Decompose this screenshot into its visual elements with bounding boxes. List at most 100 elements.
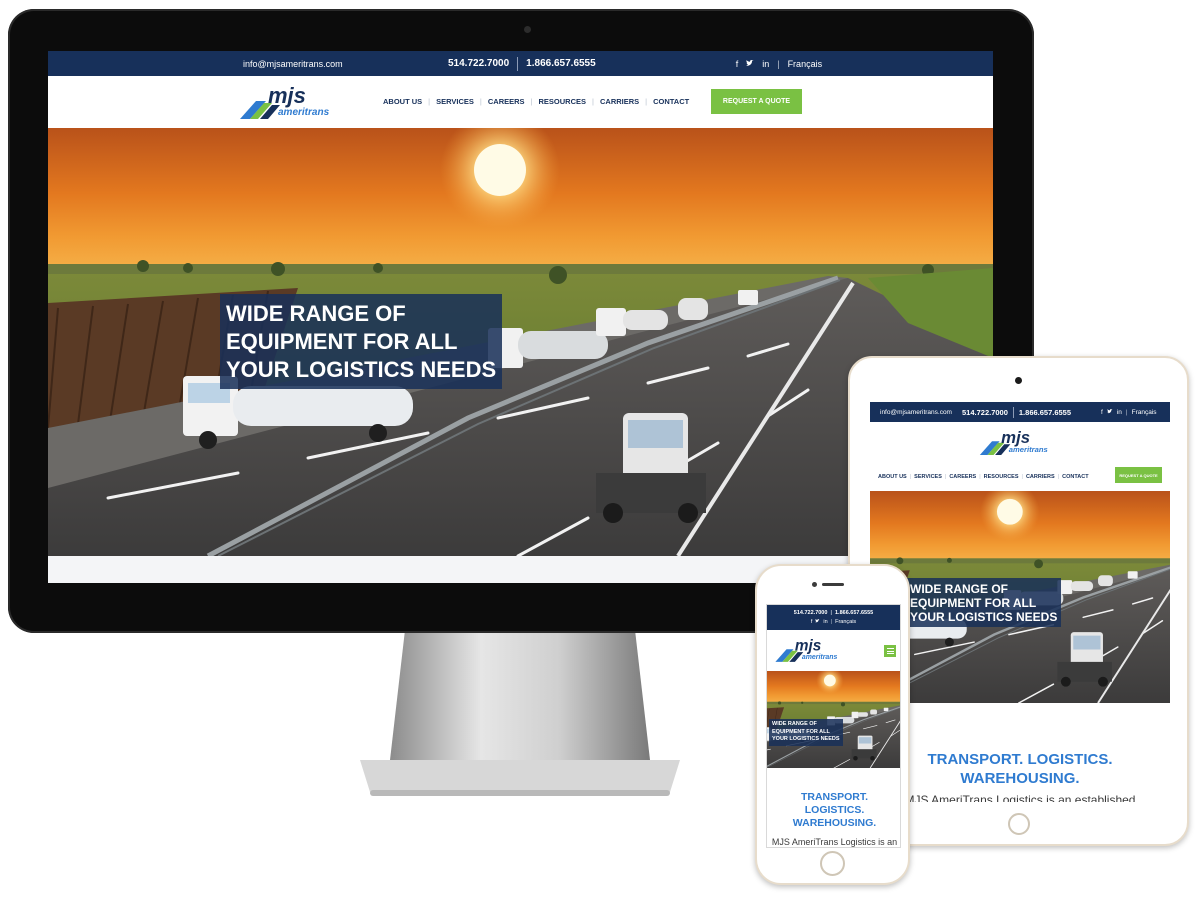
language-link[interactable]: Français xyxy=(788,59,823,69)
tagline-line: WAREHOUSING. xyxy=(792,817,877,829)
mockup-stage: info@mjsameritrans.com 514.722.7000 1.86… xyxy=(0,0,1200,900)
nav-about-us[interactable]: ABOUT US xyxy=(383,97,422,106)
hero-headline: WIDE RANGE OF EQUIPMENT FOR ALL YOUR LOG… xyxy=(769,719,843,746)
tagline-line: WAREHOUSING. xyxy=(960,770,1080,787)
home-button xyxy=(820,851,845,876)
nav-resources[interactable]: RESOURCES xyxy=(984,474,1019,480)
language-link[interactable]: Français xyxy=(835,619,856,625)
hero-headline-line: WIDE RANGE OF xyxy=(772,721,817,727)
tagline-line: LOGISTICS. xyxy=(804,804,865,816)
nav-contact[interactable]: CONTACT xyxy=(1062,474,1088,480)
divider: | xyxy=(944,474,947,480)
tagline-line: TRANSPORT. xyxy=(800,791,869,803)
social-links: f in | Français xyxy=(811,619,856,625)
top-info-bar: info@mjsameritrans.com 514.722.7000 1.86… xyxy=(48,51,993,76)
phone-screen: 514.722.7000 | 1.866.657.6555 f in | Fra… xyxy=(766,604,901,848)
divider: | xyxy=(645,97,648,106)
twitter-icon[interactable] xyxy=(815,619,820,625)
tagline-line: TRANSPORT. LOGISTICS. xyxy=(927,751,1113,768)
divider: | xyxy=(530,97,533,106)
divider: | xyxy=(909,474,912,480)
linkedin-icon[interactable]: in xyxy=(1117,409,1122,416)
hero-headline-line: YOUR LOGISTICS NEEDS xyxy=(772,736,840,742)
logo-subtext: ameritrans xyxy=(1009,445,1048,454)
divider: | xyxy=(1057,474,1060,480)
main-nav: ABOUT US | SERVICES | CAREERS | RESOURCES | … xyxy=(878,474,1089,480)
divider: | xyxy=(592,97,594,106)
hamburger-menu-icon[interactable] xyxy=(884,645,896,657)
divider: | xyxy=(428,97,431,106)
hero-headline-line: YOUR LOGISTICS NEEDS xyxy=(226,357,497,382)
divider: | xyxy=(777,58,780,69)
hero-headline-line: EQUIPMENT FOR ALL xyxy=(772,728,830,735)
phone-toll-free[interactable]: 1.866.657.6555 xyxy=(1019,408,1071,417)
request-quote-button[interactable]: REQUEST A QUOTE xyxy=(711,89,802,114)
camera-dot xyxy=(1015,377,1022,384)
company-logo[interactable]: mjs ameritrans xyxy=(978,426,1064,458)
intro-text: MJS AmeriTrans Logistics is an establish… xyxy=(904,793,1136,802)
nav-about-us[interactable]: ABOUT US xyxy=(878,474,907,480)
company-logo[interactable]: mjs ameritrans xyxy=(238,81,350,123)
email-link[interactable]: info@mjsameritrans.com xyxy=(880,409,962,416)
phone-local[interactable]: 514.722.7000 xyxy=(794,610,828,616)
phone-device: 514.722.7000 | 1.866.657.6555 f in | Fra… xyxy=(755,564,910,885)
divider: | xyxy=(979,474,981,480)
facebook-icon[interactable]: f xyxy=(811,619,813,625)
main-nav: ABOUT US | SERVICES | CAREERS | RESOURCES | … xyxy=(383,97,689,106)
nav-services[interactable]: SERVICES xyxy=(914,474,942,480)
speaker-grille xyxy=(822,583,844,586)
top-info-bar: 514.722.7000 | 1.866.657.6555 f in | Fra… xyxy=(767,605,900,630)
logo-wordmark: mjs xyxy=(795,638,821,655)
nav-carriers[interactable]: CARRIERS xyxy=(600,97,639,106)
twitter-icon[interactable] xyxy=(1106,408,1113,416)
camera-dot xyxy=(812,582,817,587)
intro-text: MJS AmeriTrans Logistics is an xyxy=(771,837,898,847)
nav-resources[interactable]: RESOURCES xyxy=(539,97,587,106)
divider: | xyxy=(1021,474,1023,480)
logo-wordmark: mjs xyxy=(268,83,306,108)
facebook-icon[interactable]: f xyxy=(736,59,739,69)
nav-services[interactable]: SERVICES xyxy=(436,97,474,106)
hero-headline-line: YOUR LOGISTICS NEEDS xyxy=(910,610,1058,624)
linkedin-icon[interactable]: in xyxy=(762,59,769,69)
phone-toll-free[interactable]: 1.866.657.6555 xyxy=(526,58,596,69)
logo-wordmark: mjs xyxy=(1001,428,1030,447)
hero-headline-line: EQUIPMENT FOR ALL xyxy=(910,596,1037,610)
phone-local[interactable]: 514.722.7000 xyxy=(448,58,509,69)
social-links: f in | Français xyxy=(1101,408,1157,416)
divider: | xyxy=(1125,408,1128,416)
request-quote-button[interactable]: REQUEST A QUOTE xyxy=(1115,467,1162,483)
company-logo[interactable]: mjs ameritrans xyxy=(774,635,852,665)
monitor-stand xyxy=(360,630,680,796)
hero-headline-line: EQUIPMENT FOR ALL xyxy=(226,329,458,354)
facebook-icon[interactable]: f xyxy=(1101,409,1103,416)
logo-subtext: ameritrans xyxy=(802,654,838,661)
tablet-screen: info@mjsameritrans.com 514.722.7000 1.86… xyxy=(870,402,1170,802)
nav-carriers[interactable]: CARRIERS xyxy=(1026,474,1055,480)
email-link[interactable]: info@mjsameritrans.com xyxy=(243,59,448,69)
divider: | xyxy=(830,610,832,616)
language-link[interactable]: Français xyxy=(1132,409,1157,416)
phone-local[interactable]: 514.722.7000 xyxy=(962,408,1008,417)
hero-headline: WIDE RANGE OF EQUIPMENT FOR ALL YOUR LOG… xyxy=(220,294,503,389)
divider: | xyxy=(479,97,482,106)
divider xyxy=(517,56,519,71)
divider: | xyxy=(830,619,833,625)
nav-contact[interactable]: CONTACT xyxy=(653,97,689,106)
phone-toll-free[interactable]: 1.866.657.6555 xyxy=(835,610,873,616)
nav-careers[interactable]: CAREERS xyxy=(488,97,525,106)
hero-headline-line: WIDE RANGE OF xyxy=(910,582,1008,596)
hero-banner: WIDE RANGE OF EQUIPMENT FOR ALL YOUR LOG… xyxy=(870,491,1170,703)
linkedin-icon[interactable]: in xyxy=(823,619,827,625)
top-info-bar: info@mjsameritrans.com 514.722.7000 1.86… xyxy=(870,402,1170,422)
home-button xyxy=(1008,813,1030,835)
logo-subtext: ameritrans xyxy=(278,107,330,118)
camera-dot xyxy=(524,26,531,33)
hero-banner: WIDE RANGE OF EQUIPMENT FOR ALL YOUR LOG… xyxy=(767,671,901,768)
phone-numbers: 514.722.7000 | 1.866.657.6555 xyxy=(794,610,873,616)
hero-headline-line: WIDE RANGE OF xyxy=(226,301,406,326)
tagline: TRANSPORT. LOGISTICS. WAREHOUSING. xyxy=(767,791,900,830)
tagline: TRANSPORT. LOGISTICS. WAREHOUSING. xyxy=(870,750,1170,788)
nav-careers[interactable]: CAREERS xyxy=(949,474,976,480)
twitter-icon[interactable] xyxy=(746,59,754,69)
